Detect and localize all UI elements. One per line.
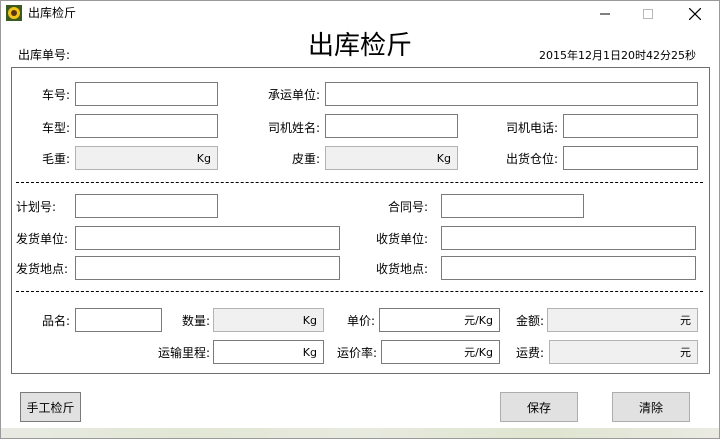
driver-name-label: 司机姓名: xyxy=(267,121,320,135)
car-no-input[interactable] xyxy=(75,82,218,106)
freight-rate-label: 运价率: xyxy=(336,346,377,360)
recv-unit-label: 收货单位: xyxy=(375,232,428,246)
quantity-label: 数量: xyxy=(181,314,210,328)
gross-weight-field: Kg xyxy=(75,146,218,170)
contract-no-input[interactable] xyxy=(441,194,584,218)
freight-field: 元 xyxy=(549,340,698,364)
driver-phone-input[interactable] xyxy=(563,114,698,138)
section-divider xyxy=(16,291,703,292)
recv-place-label: 收货地点: xyxy=(375,262,428,276)
tare-weight-field: Kg xyxy=(325,146,458,170)
freight-unit: 元 xyxy=(680,346,691,359)
car-no-label: 车号: xyxy=(41,88,70,102)
maximize-button[interactable] xyxy=(625,0,671,28)
distance-label: 运输里程: xyxy=(157,346,210,360)
page-title: 出库检斤 xyxy=(307,31,412,61)
minimize-icon xyxy=(600,13,610,15)
quantity-field: Kg xyxy=(213,308,324,332)
plan-no-label: 计划号: xyxy=(16,200,57,214)
gross-weight-unit: Kg xyxy=(196,152,211,165)
amount-unit: 元 xyxy=(680,314,691,327)
car-type-label: 车型: xyxy=(41,121,70,135)
amount-field: 元 xyxy=(547,308,698,332)
ship-place-label: 发货地点: xyxy=(16,262,69,276)
datetime-display: 2015年12月1日20时42分25秒 xyxy=(539,49,696,62)
unit-price-unit: 元/Kg xyxy=(464,314,493,327)
freight-label: 运费: xyxy=(515,346,544,360)
distance-unit: Kg xyxy=(302,346,317,359)
close-button[interactable] xyxy=(672,0,718,28)
plan-no-input[interactable] xyxy=(75,194,218,218)
product-name-label: 品名: xyxy=(41,314,70,328)
contract-no-label: 合同号: xyxy=(387,200,428,214)
recv-unit-input[interactable] xyxy=(441,226,696,250)
background-image-strip xyxy=(1,428,719,438)
unit-price-input[interactable]: 元/Kg xyxy=(379,308,500,332)
carrier-input[interactable] xyxy=(325,82,698,106)
freight-rate-input[interactable]: 元/Kg xyxy=(381,340,500,364)
manual-weigh-button[interactable]: 手工检斤 xyxy=(20,392,81,422)
ship-unit-input[interactable] xyxy=(75,226,340,250)
minimize-button[interactable] xyxy=(582,0,628,28)
order-no-label: 出库单号: xyxy=(18,48,71,62)
ship-unit-label: 发货单位: xyxy=(16,232,69,246)
close-icon xyxy=(689,8,701,20)
clear-button[interactable]: 清除 xyxy=(612,392,690,422)
save-button[interactable]: 保存 xyxy=(500,392,578,422)
driver-phone-label: 司机电话: xyxy=(505,121,558,135)
driver-name-input[interactable] xyxy=(325,114,458,138)
ship-place-input[interactable] xyxy=(75,256,340,280)
carrier-label: 承运单位: xyxy=(267,88,320,102)
section-divider xyxy=(16,182,703,183)
product-name-input[interactable] xyxy=(75,308,162,332)
distance-input[interactable]: Kg xyxy=(213,340,324,364)
car-type-input[interactable] xyxy=(75,114,218,138)
recv-place-input[interactable] xyxy=(441,256,696,280)
maximize-icon xyxy=(643,9,653,19)
sunflower-icon xyxy=(6,5,22,21)
tare-weight-label: 皮重: xyxy=(291,152,320,166)
tare-weight-unit: Kg xyxy=(436,152,451,165)
warehouse-input[interactable] xyxy=(563,146,698,170)
gross-weight-label: 毛重: xyxy=(41,152,70,166)
freight-rate-unit: 元/Kg xyxy=(464,346,493,359)
warehouse-label: 出货仓位: xyxy=(505,152,558,166)
unit-price-label: 单价: xyxy=(346,314,375,328)
window-title: 出库检斤 xyxy=(28,6,77,20)
quantity-unit: Kg xyxy=(302,314,317,327)
amount-label: 金额: xyxy=(515,314,544,328)
